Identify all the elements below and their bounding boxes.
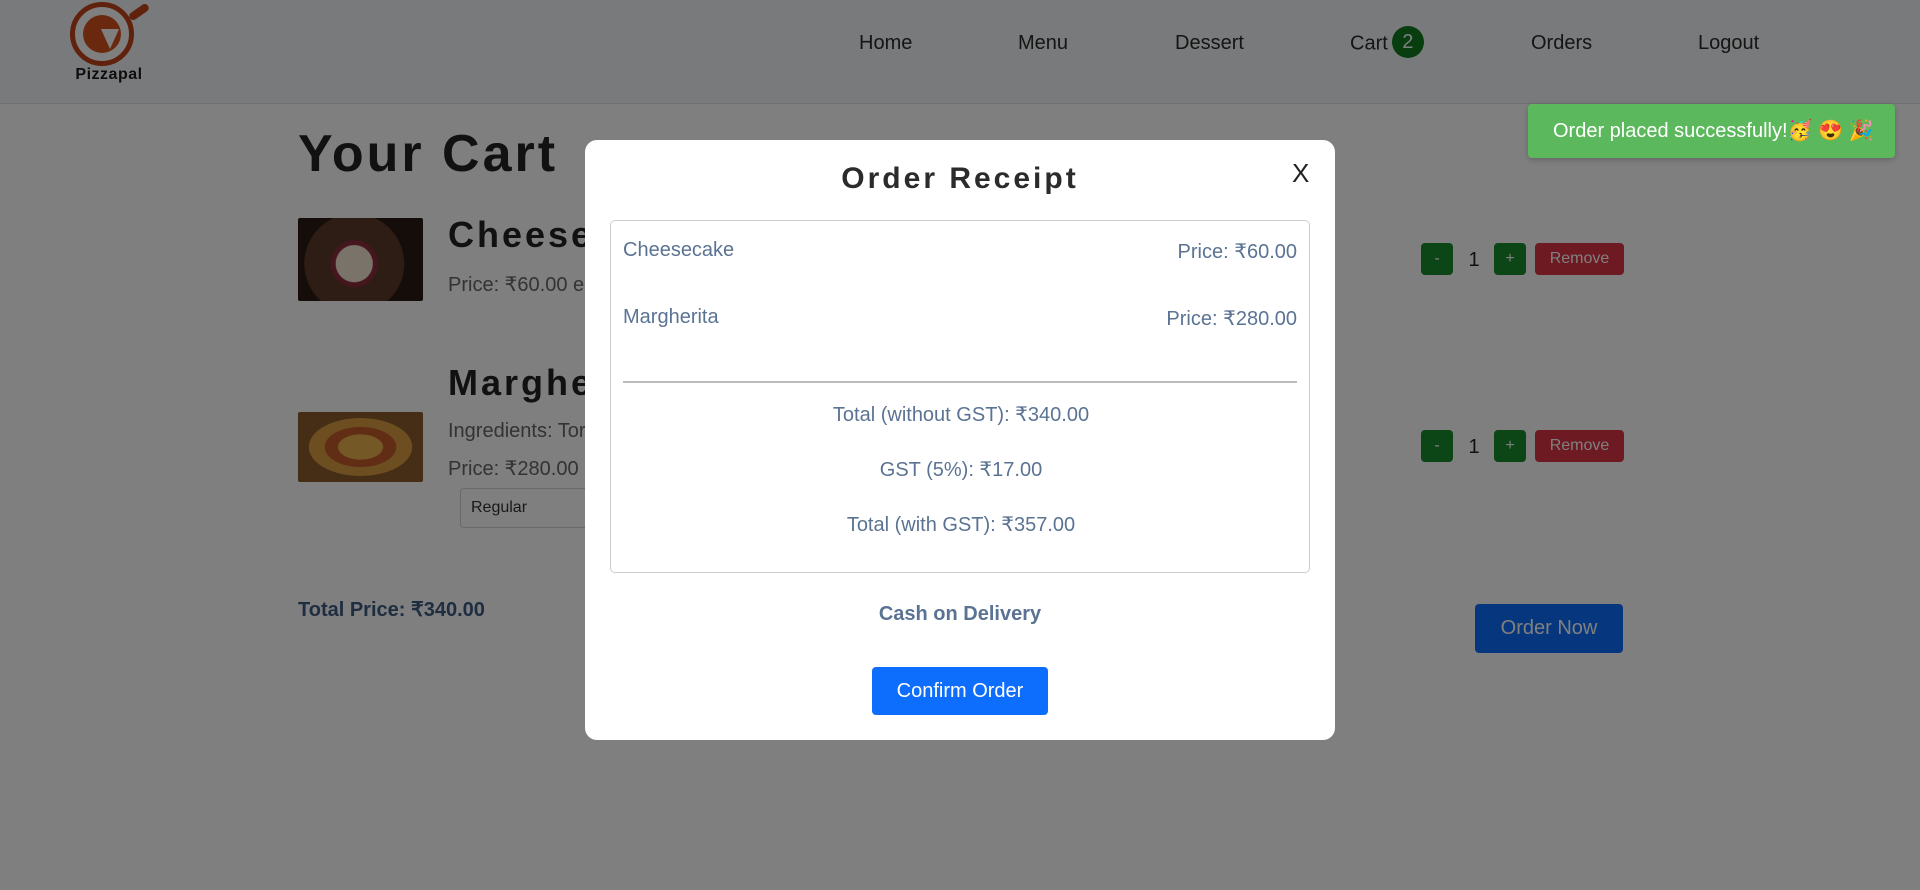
order-receipt-modal: Order Receipt X Cheesecake Price: ₹60.00… xyxy=(585,140,1335,740)
close-modal-button[interactable]: X xyxy=(1292,158,1309,189)
receipt-line-item: Cheesecake Price: ₹60.00 xyxy=(623,239,1297,263)
receipt-item-name: Margherita xyxy=(623,306,719,328)
receipt-divider xyxy=(623,381,1297,383)
payment-method: Cash on Delivery xyxy=(878,603,1042,625)
total-with-gst: Total (with GST): ₹357.00 xyxy=(846,514,1076,536)
receipt-item-price: Price: ₹280.00 xyxy=(1166,308,1297,330)
modal-title: Order Receipt xyxy=(841,162,1079,195)
total-without-gst: Total (without GST): ₹340.00 xyxy=(832,404,1090,426)
confirm-order-button[interactable]: Confirm Order xyxy=(872,667,1048,715)
receipt-details: Cheesecake Price: ₹60.00 Margherita Pric… xyxy=(610,220,1310,573)
receipt-item-name: Cheesecake xyxy=(623,239,735,261)
success-toast[interactable]: Order placed successfully!🥳 😍 🎉 xyxy=(1528,104,1895,158)
receipt-item-price: Price: ₹60.00 xyxy=(1177,241,1297,263)
receipt-line-item: Margherita Price: ₹280.00 xyxy=(623,306,1297,330)
gst-amount: GST (5%): ₹17.00 xyxy=(879,459,1043,481)
